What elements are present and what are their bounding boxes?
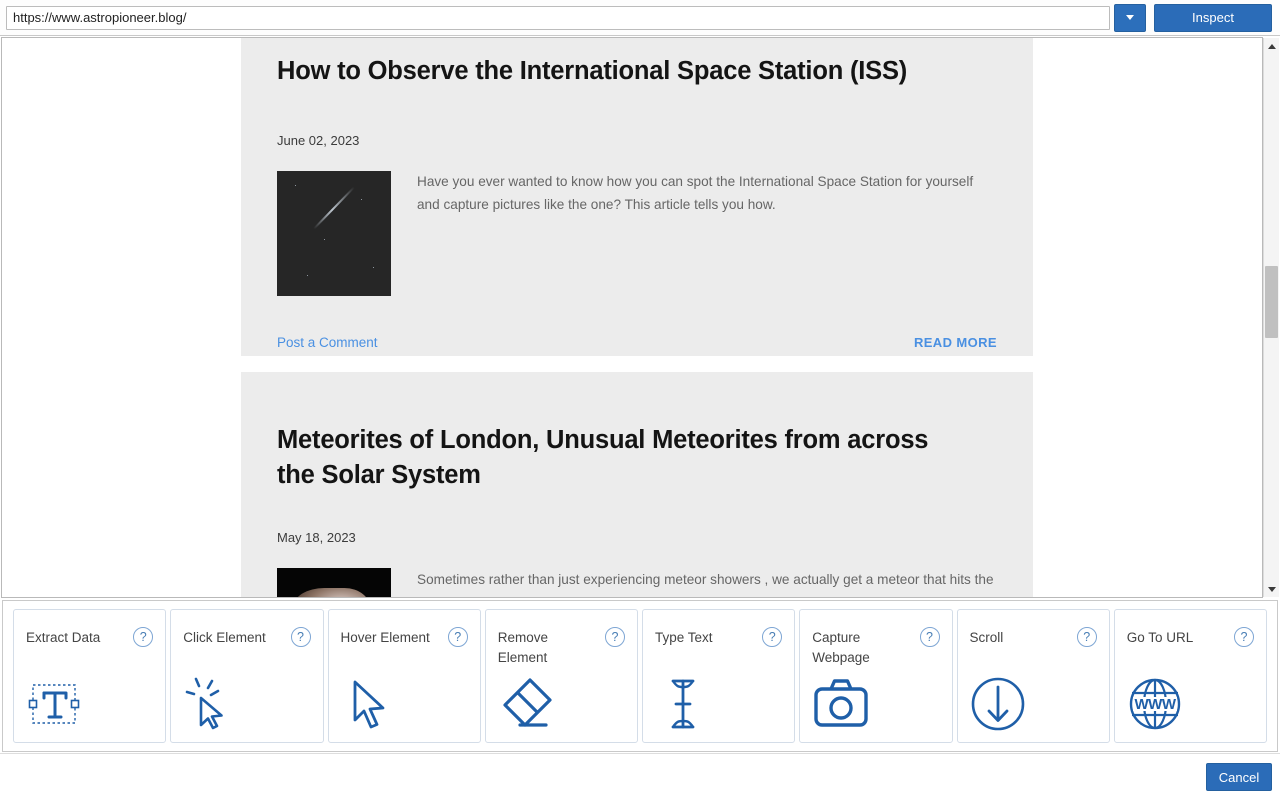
- meteorite-rock-image: [293, 588, 371, 598]
- help-icon[interactable]: ?: [605, 627, 625, 647]
- action-label: Remove Element: [498, 628, 592, 668]
- post-excerpt: Sometimes rather than just experiencing …: [417, 568, 997, 598]
- action-card-extract-data[interactable]: Extract Data ?: [13, 609, 166, 743]
- action-card-type-text[interactable]: Type Text ?: [642, 609, 795, 743]
- post-date: May 18, 2023: [277, 530, 356, 545]
- scroll-down-arrow-icon: [970, 676, 1032, 734]
- help-icon[interactable]: ?: [1234, 627, 1254, 647]
- help-icon[interactable]: ?: [920, 627, 940, 647]
- post-thumbnail-meteorite[interactable]: [277, 568, 391, 598]
- globe-www-icon: WWW: [1127, 676, 1189, 734]
- scroll-up-button[interactable]: [1264, 38, 1279, 54]
- help-icon[interactable]: ?: [291, 627, 311, 647]
- action-card-click-element[interactable]: Click Element ?: [170, 609, 323, 743]
- webpage-canvas: How to Observe the International Space S…: [2, 38, 1246, 597]
- action-label: Click Element: [183, 628, 277, 648]
- scroll-down-button[interactable]: [1264, 581, 1279, 597]
- blog-post-card[interactable]: Meteorites of London, Unusual Meteorites…: [241, 372, 1033, 598]
- action-card-capture-webpage[interactable]: Capture Webpage ?: [799, 609, 952, 743]
- action-card-go-to-url[interactable]: Go To URL ? WWW: [1114, 609, 1267, 743]
- post-date: June 02, 2023: [277, 133, 359, 148]
- webpage-viewport[interactable]: How to Observe the International Space S…: [1, 37, 1263, 598]
- arrow-down-icon: [1268, 587, 1276, 592]
- camera-icon: [812, 676, 874, 734]
- action-label: Capture Webpage: [812, 628, 906, 668]
- post-title: How to Observe the International Space S…: [277, 54, 957, 89]
- action-card-scroll[interactable]: Scroll ?: [957, 609, 1110, 743]
- action-label: Go To URL: [1127, 628, 1221, 648]
- inspect-button[interactable]: Inspect: [1154, 4, 1272, 32]
- action-label: Scroll: [970, 628, 1064, 648]
- post-thumbnail-iss[interactable]: [277, 171, 391, 296]
- eraser-icon: [498, 676, 560, 734]
- help-icon[interactable]: ?: [1077, 627, 1097, 647]
- post-title: Meteorites of London, Unusual Meteorites…: [277, 423, 957, 493]
- svg-text:WWW: WWW: [1134, 696, 1176, 713]
- cancel-button[interactable]: Cancel: [1206, 763, 1272, 791]
- pointer-arrow-icon: [341, 676, 403, 734]
- iss-trail-streak: [313, 186, 355, 229]
- app-root: Inspect How to Observe the International…: [0, 0, 1280, 800]
- help-icon[interactable]: ?: [133, 627, 153, 647]
- help-icon[interactable]: ?: [762, 627, 782, 647]
- vertical-scrollbar[interactable]: [1263, 38, 1279, 597]
- chevron-down-icon: [1126, 15, 1134, 20]
- action-label: Type Text: [655, 628, 749, 648]
- arrow-up-icon: [1268, 44, 1276, 49]
- action-label: Hover Element: [341, 628, 435, 648]
- text-caret-icon: [655, 676, 717, 734]
- action-card-hover-element[interactable]: Hover Element ?: [328, 609, 481, 743]
- post-footer: Post a Comment READ MORE: [277, 335, 997, 350]
- scrollbar-thumb[interactable]: [1265, 266, 1278, 338]
- action-label: Extract Data: [26, 628, 120, 648]
- help-icon[interactable]: ?: [448, 627, 468, 647]
- click-cursor-icon: [183, 676, 245, 734]
- dialog-footer: Cancel: [0, 753, 1280, 800]
- url-history-dropdown-button[interactable]: [1114, 4, 1146, 32]
- post-read-more-link[interactable]: READ MORE: [914, 335, 997, 350]
- url-input[interactable]: [6, 6, 1110, 30]
- action-toolbar: Extract Data ? Click Element ?: [2, 600, 1278, 752]
- action-card-remove-element[interactable]: Remove Element ?: [485, 609, 638, 743]
- blog-post-card[interactable]: How to Observe the International Space S…: [241, 37, 1033, 356]
- post-comment-link[interactable]: Post a Comment: [277, 335, 378, 350]
- post-excerpt: Have you ever wanted to know how you can…: [417, 170, 997, 216]
- browser-url-bar: Inspect: [0, 0, 1280, 36]
- extract-data-icon: [26, 676, 88, 734]
